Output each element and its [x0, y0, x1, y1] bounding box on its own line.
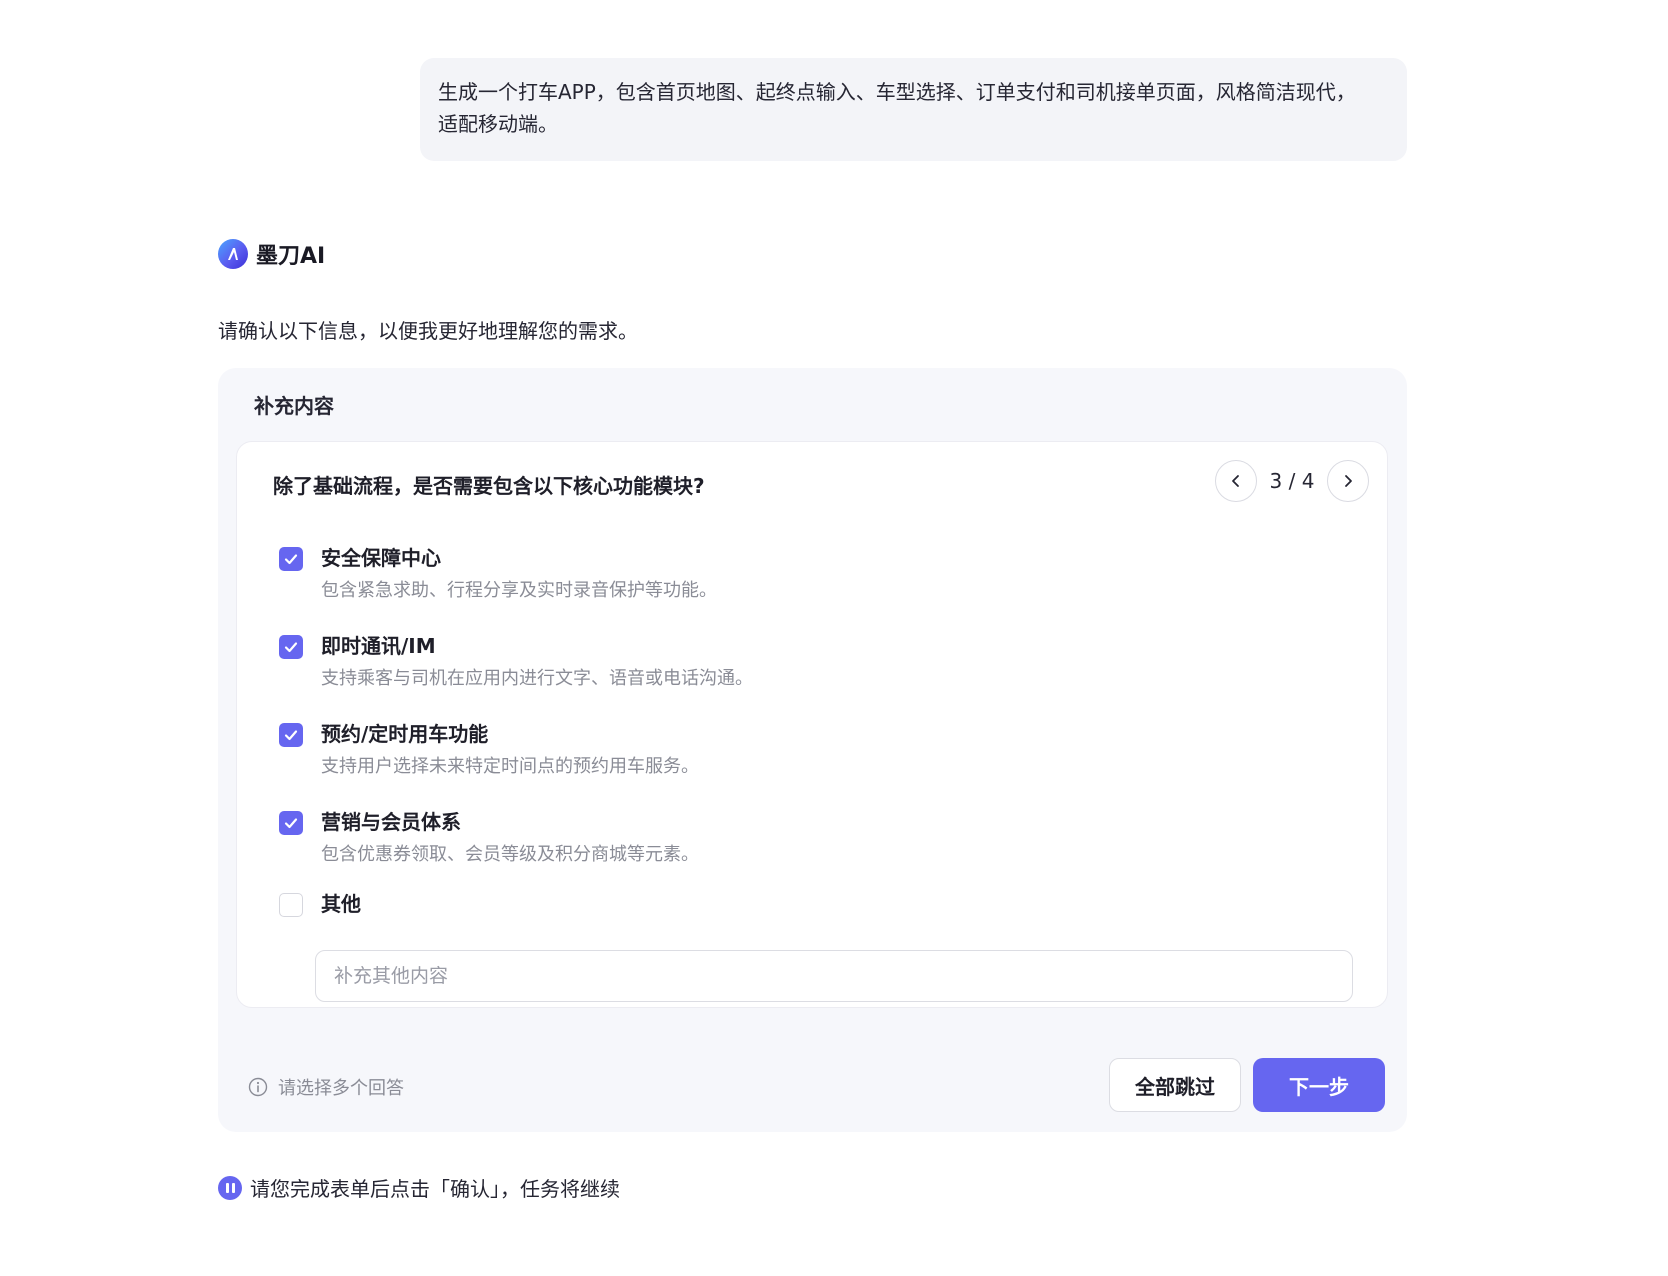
option-title: 预约/定时用车功能: [321, 722, 489, 746]
option-title: 营销与会员体系: [321, 810, 461, 834]
option-description: 支持用户选择未来特定时间点的预约用车服务。: [321, 756, 699, 777]
prev-question-button[interactable]: [1215, 460, 1257, 502]
option-description: 包含优惠券领取、会员等级及积分商城等元素。: [321, 844, 699, 865]
question-pager: 3 / 4: [1215, 460, 1369, 502]
modao-ai-logo-icon: [218, 239, 248, 269]
option-checkbox[interactable]: [279, 811, 303, 835]
option-checkbox[interactable]: [279, 723, 303, 747]
pager-count: 3 / 4: [1269, 469, 1315, 493]
assistant-name: 墨刀AI: [256, 244, 326, 269]
task-status: 请您完成表单后点击「确认」，任务将继续: [218, 1173, 620, 1202]
status-text: 请您完成表单后点击「确认」，任务将继续: [250, 1177, 620, 1201]
option-title: 即时通讯/IM: [321, 634, 436, 658]
option-checkbox[interactable]: [279, 635, 303, 659]
next-question-arrow-button[interactable]: [1327, 460, 1369, 502]
user-message-bubble: 生成一个打车APP，包含首页地图、起终点输入、车型选择、订单支付和司机接单页面，…: [420, 58, 1407, 161]
pause-icon: [218, 1175, 242, 1200]
next-step-button[interactable]: 下一步: [1253, 1058, 1385, 1112]
option-checkbox[interactable]: [279, 893, 303, 917]
option-description: 包含紧急求助、行程分享及实时录音保护等功能。: [321, 580, 717, 601]
checkmark-icon: [284, 818, 298, 829]
assistant-intro-text: 请确认以下信息，以便我更好地理解您的需求。: [218, 319, 638, 343]
checkmark-icon: [284, 730, 298, 741]
hint: 请选择多个回答: [248, 1074, 404, 1100]
other-content-input[interactable]: [315, 950, 1353, 1002]
chevron-left-icon: [1232, 475, 1239, 487]
form-title: 补充内容: [254, 394, 334, 418]
checkmark-icon: [284, 642, 298, 653]
assistant-header: 墨刀AI: [218, 239, 325, 269]
skip-all-button[interactable]: 全部跳过: [1109, 1058, 1241, 1112]
chevron-right-icon: [1345, 475, 1352, 487]
option-description: 支持乘客与司机在应用内进行文字、语音或电话沟通。: [321, 668, 753, 689]
option-title: 其他: [321, 892, 361, 916]
checkmark-icon: [284, 554, 298, 565]
question-text: 除了基础流程，是否需要包含以下核心功能模块?: [273, 474, 705, 498]
question-card: 除了基础流程，是否需要包含以下核心功能模块? 3 / 4 安全保障中心 包含紧急…: [236, 441, 1388, 1008]
option-title: 安全保障中心: [321, 546, 441, 570]
chat-page: 生成一个打车APP，包含首页地图、起终点输入、车型选择、订单支付和司机接单页面，…: [0, 0, 1668, 1276]
option-checkbox[interactable]: [279, 547, 303, 571]
supplement-form-card: 补充内容 除了基础流程，是否需要包含以下核心功能模块? 3 / 4 安全保障中心…: [218, 368, 1407, 1132]
hint-text: 请选择多个回答: [278, 1078, 404, 1099]
info-icon: [248, 1077, 268, 1097]
